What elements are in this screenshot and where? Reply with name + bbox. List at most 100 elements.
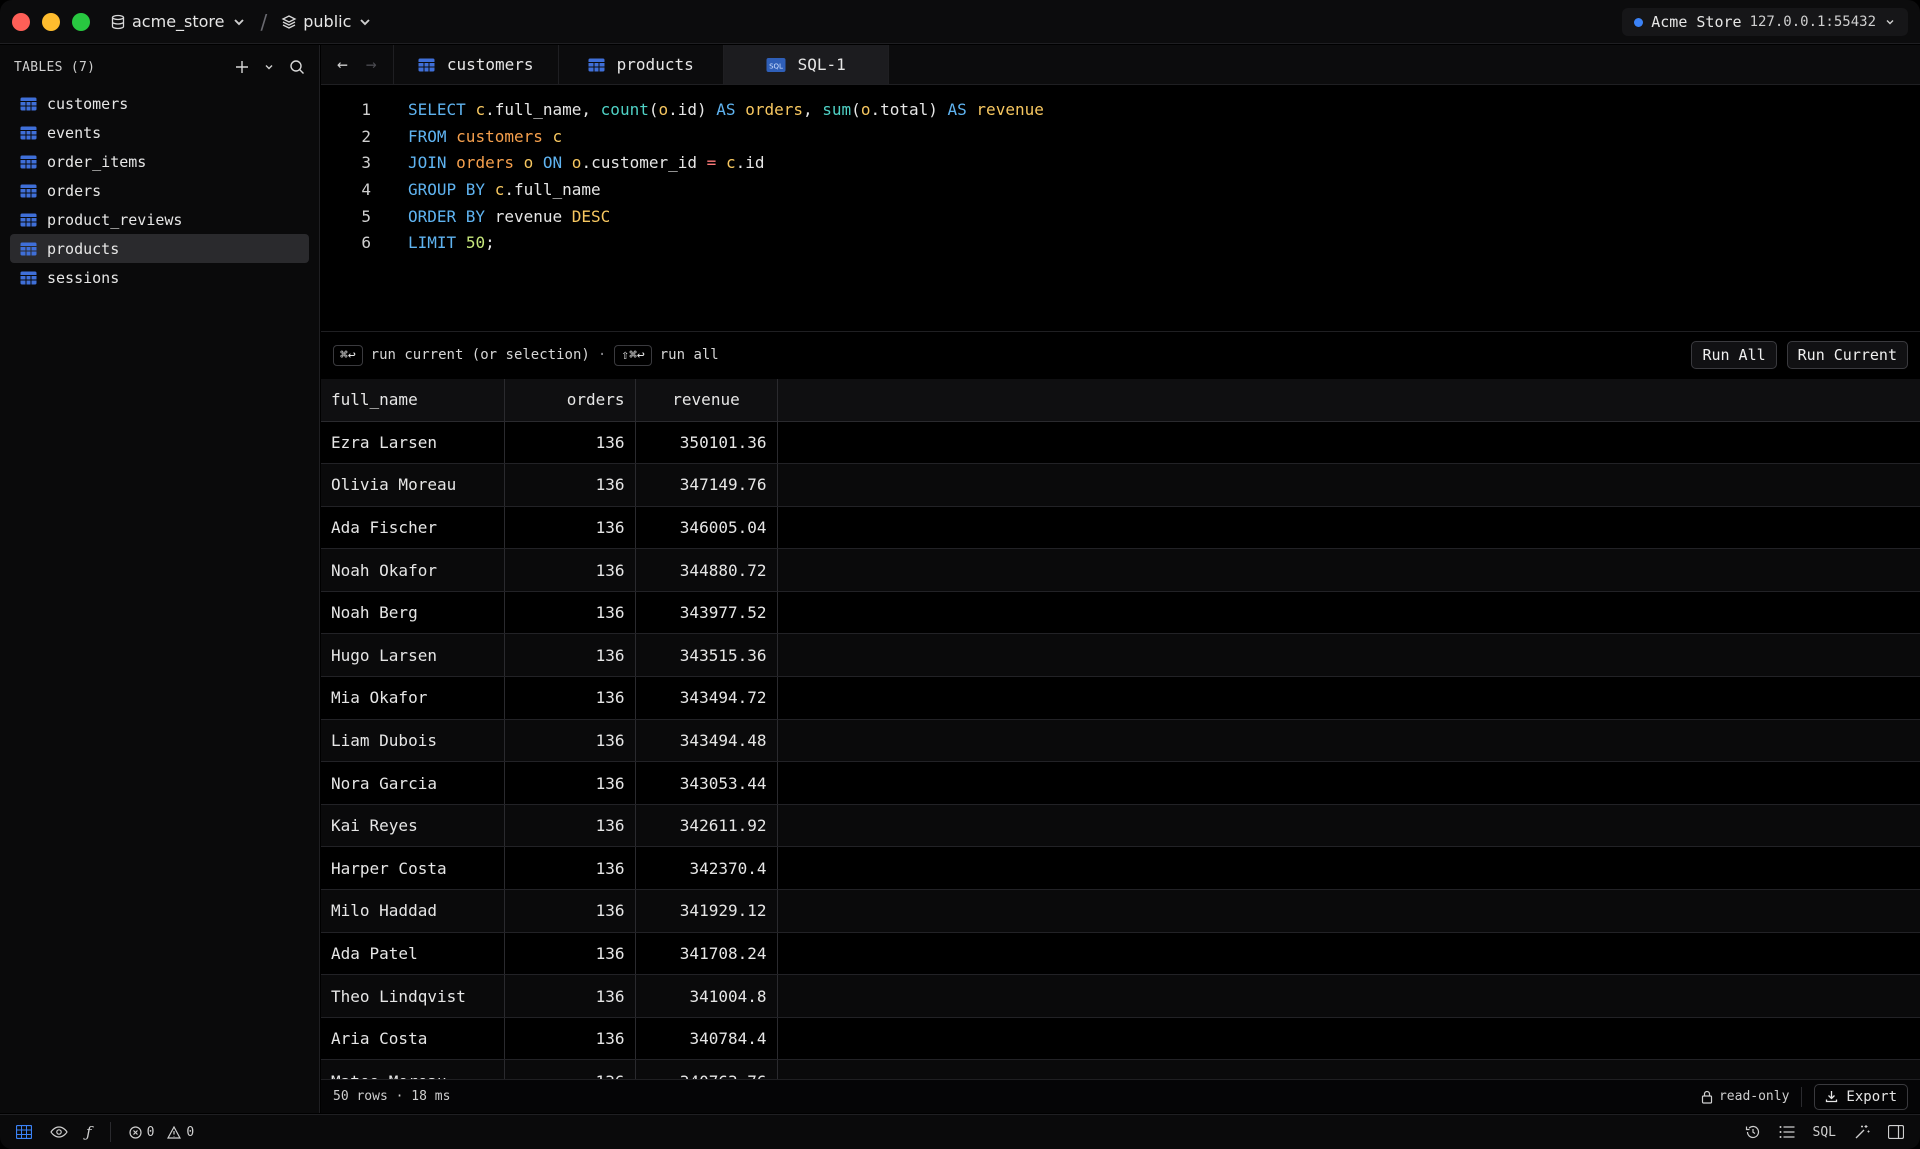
cell-orders[interactable]: 136 (504, 676, 636, 720)
table-row[interactable]: Liam Dubois 136 343494.48 (321, 719, 1920, 763)
back-arrow-icon[interactable]: ← (337, 54, 348, 75)
table-row[interactable]: Mateo Moreau136340763.76 (321, 1059, 1920, 1079)
table-row[interactable]: Harper Costa 136 342370.4 (321, 846, 1920, 891)
table-row[interactable]: Milo Haddad 136 341929.12 (321, 889, 1920, 933)
cell-orders[interactable]: 136 (504, 633, 636, 678)
table-row[interactable]: Ada Patel 136 341708.24 (321, 932, 1920, 976)
cell-revenue[interactable]: 343053.44 (635, 761, 778, 805)
grid-view-icon[interactable] (16, 1125, 32, 1139)
cell-revenue[interactable]: 341929.12 (635, 889, 778, 933)
search-icon[interactable] (289, 59, 305, 75)
column-header-revenue[interactable]: revenue (635, 379, 778, 422)
cell-revenue[interactable]: 344880.72 (635, 548, 778, 592)
close-window-button[interactable] (12, 12, 30, 31)
cell-revenue[interactable]: 343494.48 (635, 719, 778, 763)
cell-revenue[interactable]: 342370.4 (635, 846, 778, 891)
cell-full-name[interactable]: Olivia Moreau (321, 463, 505, 507)
cell-full-name[interactable]: Noah Berg (321, 591, 505, 635)
sidebar-item-events[interactable]: events (10, 118, 309, 147)
add-table-icon[interactable] (235, 60, 249, 74)
cell-full-name[interactable]: Ezra Larsen (321, 421, 505, 465)
tab-customers[interactable]: customers (394, 45, 559, 84)
table-row[interactable]: Nora Garcia 136 343053.44 (321, 761, 1920, 805)
cell-orders[interactable]: 136 (504, 463, 636, 507)
cell-revenue[interactable]: 343494.72 (635, 676, 778, 720)
cell-revenue[interactable]: 342611.92 (635, 804, 778, 848)
table-row[interactable]: Hugo Larsen 136 343515.36 (321, 633, 1920, 678)
cell-orders[interactable]: 136 (504, 1059, 636, 1079)
sql-editor[interactable]: 1 SELECT c.full_name, count(o.id) AS orde… (321, 86, 1920, 330)
cell-full-name[interactable]: Mia Okafor (321, 676, 505, 720)
sidebar-item-product-reviews[interactable]: product_reviews (10, 205, 309, 234)
run-all-button[interactable]: Run All (1691, 341, 1777, 369)
sidebar-item-orders[interactable]: orders (10, 176, 309, 205)
cell-revenue[interactable]: 346005.04 (635, 506, 778, 550)
cell-revenue[interactable]: 343977.52 (635, 591, 778, 635)
function-icon[interactable]: ƒ (86, 1123, 92, 1141)
table-row[interactable]: Theo Lindqvist 136 341004.8 (321, 974, 1920, 1018)
cell-revenue[interactable]: 340784.4 (635, 1017, 778, 1061)
minimize-window-button[interactable] (42, 12, 60, 31)
cell-full-name[interactable]: Harper Costa (321, 846, 505, 891)
tab-sql-1[interactable]: SQL SQL-1 (723, 45, 889, 84)
sidebar-item-order-items[interactable]: order_items (10, 147, 309, 176)
error-count[interactable]: 0 0 (128, 1125, 194, 1140)
database-selector[interactable]: acme_store (110, 12, 247, 31)
chevron-down-icon[interactable] (263, 61, 275, 73)
cell-full-name[interactable]: Hugo Larsen (321, 633, 505, 678)
table-row[interactable]: Noah Okafor 136 344880.72 (321, 548, 1920, 592)
cell-orders[interactable]: 136 (504, 932, 636, 976)
cell-full-name[interactable]: Kai Reyes (321, 804, 505, 848)
column-header-full-name[interactable]: full_name (321, 379, 505, 422)
cell-full-name[interactable]: Ada Patel (321, 932, 505, 976)
cell-orders[interactable]: 136 (504, 846, 636, 891)
cell-revenue[interactable]: 347149.76 (635, 463, 778, 507)
cell-orders[interactable]: 136 (504, 804, 636, 848)
sidebar-item-sessions[interactable]: sessions (10, 263, 309, 292)
cell-revenue[interactable]: 343515.36 (635, 633, 778, 678)
eye-icon[interactable] (50, 1126, 68, 1138)
forward-arrow-icon[interactable]: → (366, 54, 377, 75)
cell-revenue[interactable]: 341004.8 (635, 974, 778, 1018)
cell-orders[interactable]: 136 (504, 548, 636, 592)
cell-full-name[interactable]: Ada Fischer (321, 506, 505, 550)
sql-mode-label[interactable]: SQL (1813, 1125, 1836, 1140)
table-row[interactable]: Ada Fischer 136 346005.04 (321, 506, 1920, 550)
list-icon[interactable] (1779, 1125, 1795, 1139)
sidebar-item-customers[interactable]: customers (10, 89, 309, 118)
cell-full-name[interactable]: Theo Lindqvist (321, 974, 505, 1018)
cell-orders[interactable]: 136 (504, 506, 636, 550)
table-row[interactable]: Aria Costa 136 340784.4 (321, 1017, 1920, 1061)
cell-full-name[interactable]: Noah Okafor (321, 548, 505, 592)
column-header-orders[interactable]: orders (504, 379, 636, 422)
sidebar-item-products[interactable]: products (10, 234, 309, 263)
table-row[interactable]: Noah Berg 136 343977.52 (321, 591, 1920, 635)
cell-full-name[interactable]: Nora Garcia (321, 761, 505, 805)
history-icon[interactable] (1745, 1124, 1761, 1140)
cell-orders[interactable]: 136 (504, 889, 636, 933)
cell-full-name[interactable]: Aria Costa (321, 1017, 505, 1061)
magic-wand-icon[interactable] (1854, 1124, 1870, 1140)
table-row[interactable]: Kai Reyes 136 342611.92 (321, 804, 1920, 848)
cell-full-name[interactable]: Milo Haddad (321, 889, 505, 933)
cell-revenue[interactable]: 341708.24 (635, 932, 778, 976)
maximize-window-button[interactable] (72, 12, 90, 31)
cell-orders[interactable]: 136 (504, 719, 636, 763)
cell-revenue[interactable]: 350101.36 (635, 421, 778, 465)
cell-orders[interactable]: 136 (504, 421, 636, 465)
cell-orders[interactable]: 136 (504, 1017, 636, 1061)
cell-full-name[interactable]: Liam Dubois (321, 719, 505, 763)
cell-orders[interactable]: 136 (504, 761, 636, 805)
connection-selector[interactable]: Acme Store 127.0.0.1:55432 (1622, 8, 1908, 36)
panel-toggle-icon[interactable] (1888, 1125, 1904, 1139)
table-row[interactable]: Ezra Larsen 136 350101.36 (321, 421, 1920, 465)
cell-orders[interactable]: 136 (504, 591, 636, 635)
cell-full-name[interactable]: Mateo Moreau (321, 1059, 505, 1079)
schema-selector[interactable]: public (281, 12, 373, 31)
table-row[interactable]: Mia Okafor 136 343494.72 (321, 676, 1920, 720)
export-button[interactable]: Export (1814, 1083, 1908, 1110)
table-row[interactable]: Olivia Moreau 136 347149.76 (321, 463, 1920, 507)
cell-revenue[interactable]: 340763.76 (635, 1059, 778, 1079)
tab-products[interactable]: products (559, 45, 724, 84)
cell-orders[interactable]: 136 (504, 974, 636, 1018)
